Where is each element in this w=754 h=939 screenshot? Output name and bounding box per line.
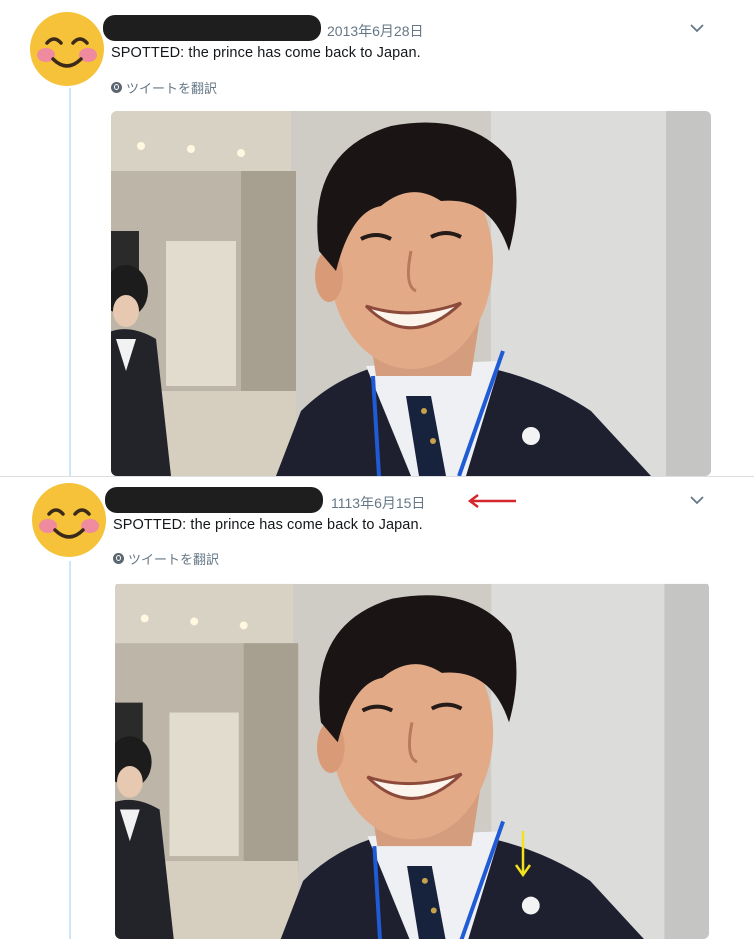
tweet-date[interactable]: 1113年6月15日 xyxy=(331,493,425,513)
translate-link[interactable]: ツイートを翻訳 xyxy=(113,549,219,568)
smiling-emoji-icon xyxy=(32,483,106,557)
tweet-date[interactable]: 2013年6月28日 xyxy=(327,21,424,41)
chevron-down-icon[interactable] xyxy=(690,492,704,508)
red-arrow-left-icon xyxy=(466,493,518,514)
globe-icon xyxy=(113,553,124,564)
redacted-username xyxy=(103,15,321,41)
avatar[interactable] xyxy=(29,11,105,92)
smiling-emoji-icon xyxy=(30,12,104,86)
yellow-arrow-down-icon xyxy=(513,829,533,884)
avatar[interactable] xyxy=(31,482,107,563)
tweet-text: SPOTTED: the prince has come back to Jap… xyxy=(111,45,421,61)
tweet-photo[interactable] xyxy=(115,582,709,939)
tweet-2: 1113年6月15日 SPOTTED: the prince has come … xyxy=(0,476,754,939)
translate-link[interactable]: ツイートを翻訳 xyxy=(111,78,217,97)
chevron-down-icon[interactable] xyxy=(690,20,704,36)
tweet-1: 2013年6月28日 SPOTTED: the prince has come … xyxy=(0,0,754,476)
redacted-username xyxy=(105,487,323,513)
tweet-photo[interactable] xyxy=(111,111,711,476)
thread-line xyxy=(69,561,71,939)
globe-icon xyxy=(111,82,122,93)
translate-label: ツイートを翻訳 xyxy=(126,81,218,96)
tweet-text: SPOTTED: the prince has come back to Jap… xyxy=(113,517,423,533)
translate-label: ツイートを翻訳 xyxy=(128,552,220,567)
thread-line xyxy=(69,88,71,476)
